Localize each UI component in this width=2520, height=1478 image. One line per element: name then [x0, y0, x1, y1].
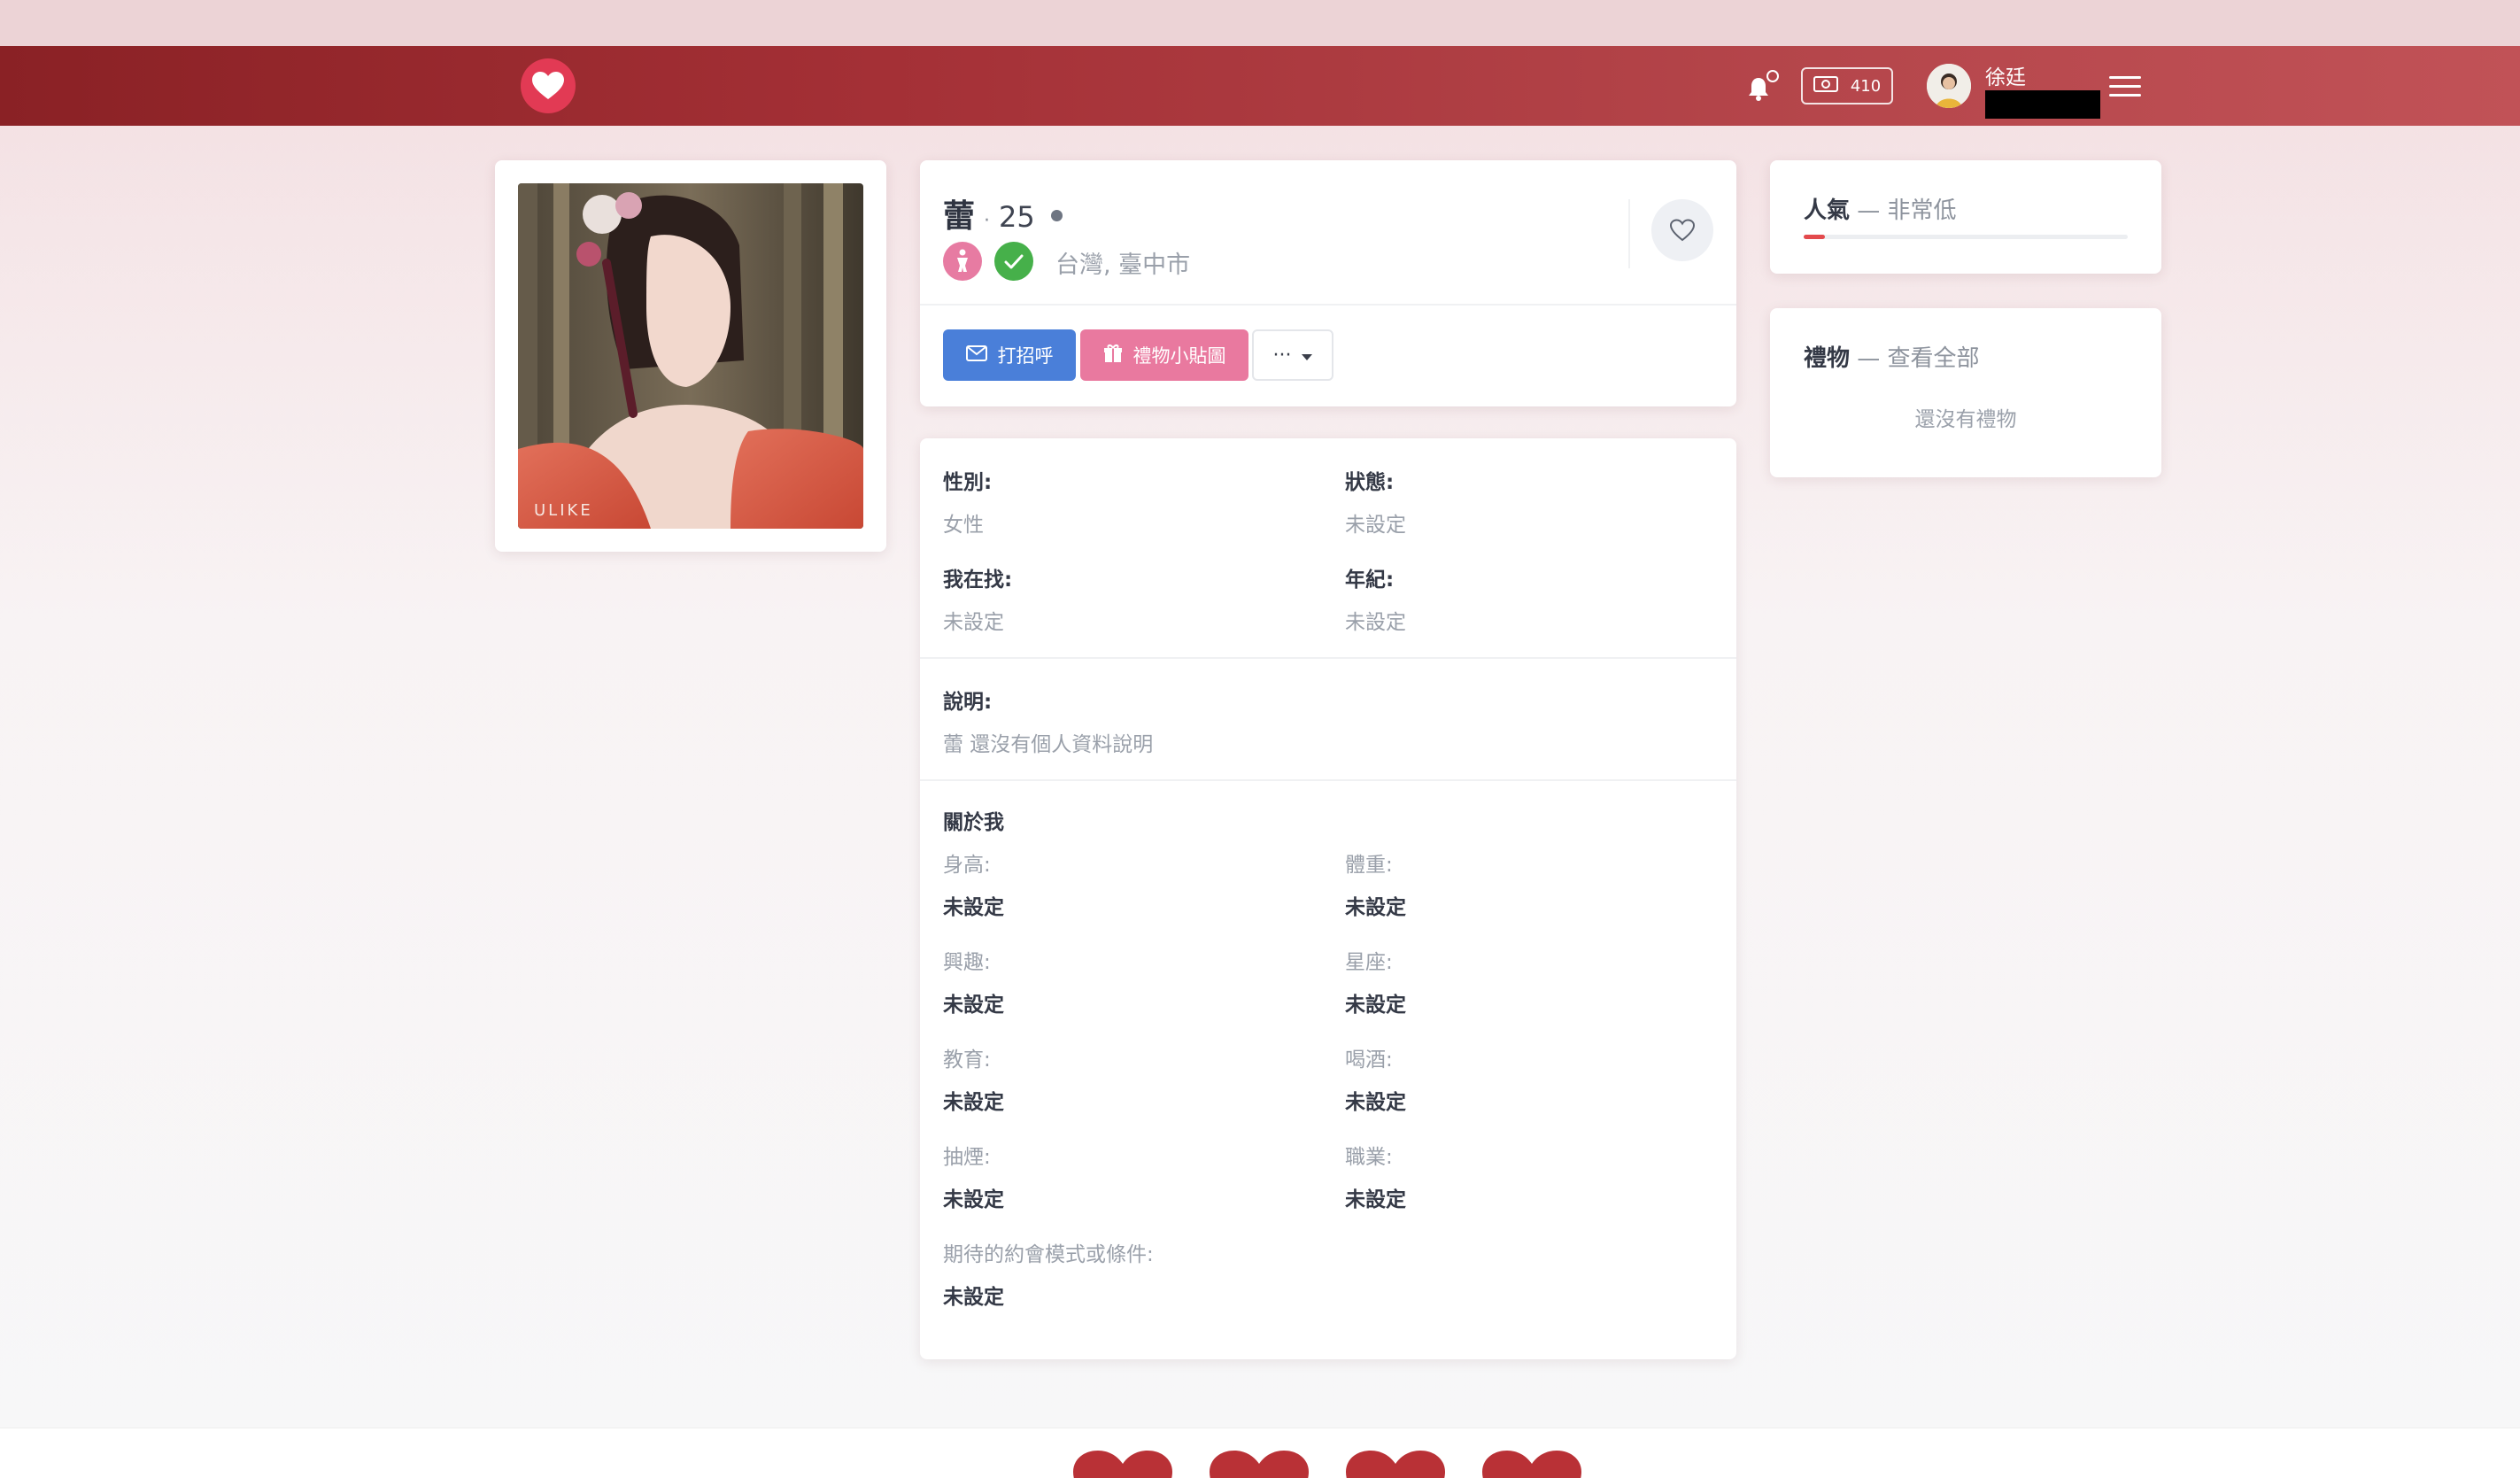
- heart-decoration-icon: [1073, 1451, 1172, 1478]
- height-label: 身高:: [943, 854, 991, 877]
- education-value: 未設定: [943, 1091, 1004, 1114]
- online-status-dot: [1050, 210, 1063, 221]
- popularity-title: 人氣 — 非常低: [1804, 192, 1957, 225]
- verified-check-icon: [994, 242, 1033, 281]
- gifts-card: 禮物 — 查看全部 還沒有禮物: [1770, 308, 2161, 477]
- browser-top-strip: [0, 0, 2520, 46]
- occupation-value: 未設定: [1345, 1188, 1406, 1211]
- heart-decoration-icon: [1210, 1451, 1309, 1478]
- dating-preference-value: 未設定: [943, 1286, 1004, 1309]
- popularity-dash: —: [1857, 197, 1881, 224]
- say-hi-label: 打招呼: [997, 345, 1054, 367]
- footer: [0, 1428, 2520, 1478]
- interests-label: 興趣:: [943, 951, 991, 974]
- height-value: 未設定: [943, 896, 1004, 919]
- weight-value: 未設定: [1345, 896, 1406, 919]
- gifts-dash: —: [1857, 345, 1881, 372]
- section-divider: [920, 657, 1736, 659]
- dating-preference-label: 期待的約會模式或條件:: [943, 1243, 1154, 1266]
- profile-location: 台灣, 臺中市: [1055, 251, 1191, 279]
- seeking-label: 我在找:: [943, 569, 1013, 592]
- profile-photo-card: ULIKE: [495, 160, 886, 552]
- popularity-level: 非常低: [1887, 197, 1957, 224]
- about-me-heading: 關於我: [943, 811, 1004, 834]
- profile-header-card: 蕾 · 25 台灣, 臺中市 打招呼 禮物小貼圖 ···: [920, 160, 1736, 406]
- popularity-progress-fill: [1804, 235, 1825, 239]
- female-icon: [943, 242, 982, 281]
- drinking-label: 喝酒:: [1345, 1049, 1393, 1072]
- gifts-title: 禮物 — 查看全部: [1804, 340, 1980, 373]
- envelope-icon: [965, 344, 987, 366]
- view-all-gifts-link[interactable]: 查看全部: [1888, 345, 1980, 372]
- profile-photo[interactable]: ULIKE: [518, 183, 863, 529]
- gift-icon: [1103, 344, 1123, 368]
- heart-decoration-icon: [1346, 1451, 1445, 1478]
- gifts-empty-message: 還沒有禮物: [1914, 408, 2017, 431]
- education-label: 教育:: [943, 1049, 991, 1072]
- popularity-progress: [1804, 235, 2128, 239]
- profile-name: 蕾: [943, 198, 976, 235]
- wallet-button[interactable]: 410: [1801, 67, 1893, 104]
- money-icon: [1813, 75, 1838, 97]
- more-label: ···: [1272, 344, 1292, 367]
- hamburger-menu-icon[interactable]: [2109, 74, 2141, 99]
- drinking-value: 未設定: [1345, 1091, 1406, 1114]
- section-divider: [920, 779, 1736, 781]
- redacted-block: [1985, 90, 2100, 119]
- occupation-label: 職業:: [1345, 1146, 1393, 1169]
- zodiac-label: 星座:: [1345, 951, 1393, 974]
- name-age-separator: ·: [984, 210, 991, 232]
- header-divider: [1628, 199, 1630, 268]
- top-navbar: [0, 46, 2520, 126]
- heart-decoration-icon: [1482, 1451, 1581, 1478]
- heart-logo-icon[interactable]: [521, 58, 576, 113]
- username[interactable]: 徐廷: [1985, 60, 2026, 90]
- gifts-label: 禮物: [1804, 345, 1851, 372]
- gender-value: 女性: [943, 514, 984, 537]
- profile-age: 25: [999, 200, 1035, 234]
- user-avatar[interactable]: [1927, 64, 1971, 108]
- card-divider: [920, 304, 1736, 306]
- popularity-label: 人氣: [1804, 197, 1851, 224]
- seeking-value: 未設定: [943, 611, 1004, 634]
- status-value: 未設定: [1345, 514, 1406, 537]
- photo-watermark: ULIKE: [534, 501, 593, 520]
- wallet-amount: 410: [1850, 76, 1882, 96]
- gender-label: 性別:: [943, 471, 993, 494]
- more-options-button[interactable]: ···: [1252, 329, 1333, 381]
- description-value: 蕾 還沒有個人資料說明: [943, 733, 1154, 756]
- zodiac-value: 未設定: [1345, 994, 1406, 1017]
- gift-sticker-label: 禮物小貼圖: [1132, 345, 1226, 367]
- age-label: 年紀:: [1345, 569, 1395, 592]
- status-label: 狀態:: [1345, 471, 1395, 494]
- caret-down-icon: [1302, 344, 1313, 367]
- profile-details-card: 性別: 女性 狀態: 未設定 我在找: 未設定 年紀: 未設定 說明: 蕾 還沒…: [920, 438, 1736, 1359]
- gift-sticker-button[interactable]: 禮物小貼圖: [1080, 329, 1248, 381]
- say-hi-button[interactable]: 打招呼: [943, 329, 1076, 381]
- notification-dot: [1766, 70, 1779, 82]
- interests-value: 未設定: [943, 994, 1004, 1017]
- smoking-label: 抽煙:: [943, 1146, 991, 1169]
- favorite-button[interactable]: [1651, 199, 1713, 261]
- popularity-card: 人氣 — 非常低: [1770, 160, 2161, 274]
- age-value: 未設定: [1345, 611, 1406, 634]
- smoking-value: 未設定: [943, 1188, 1004, 1211]
- description-label: 說明:: [943, 691, 993, 714]
- name-row: 蕾 · 25: [943, 190, 1063, 236]
- heart-outline-icon: [1670, 219, 1695, 242]
- weight-label: 體重:: [1345, 854, 1393, 877]
